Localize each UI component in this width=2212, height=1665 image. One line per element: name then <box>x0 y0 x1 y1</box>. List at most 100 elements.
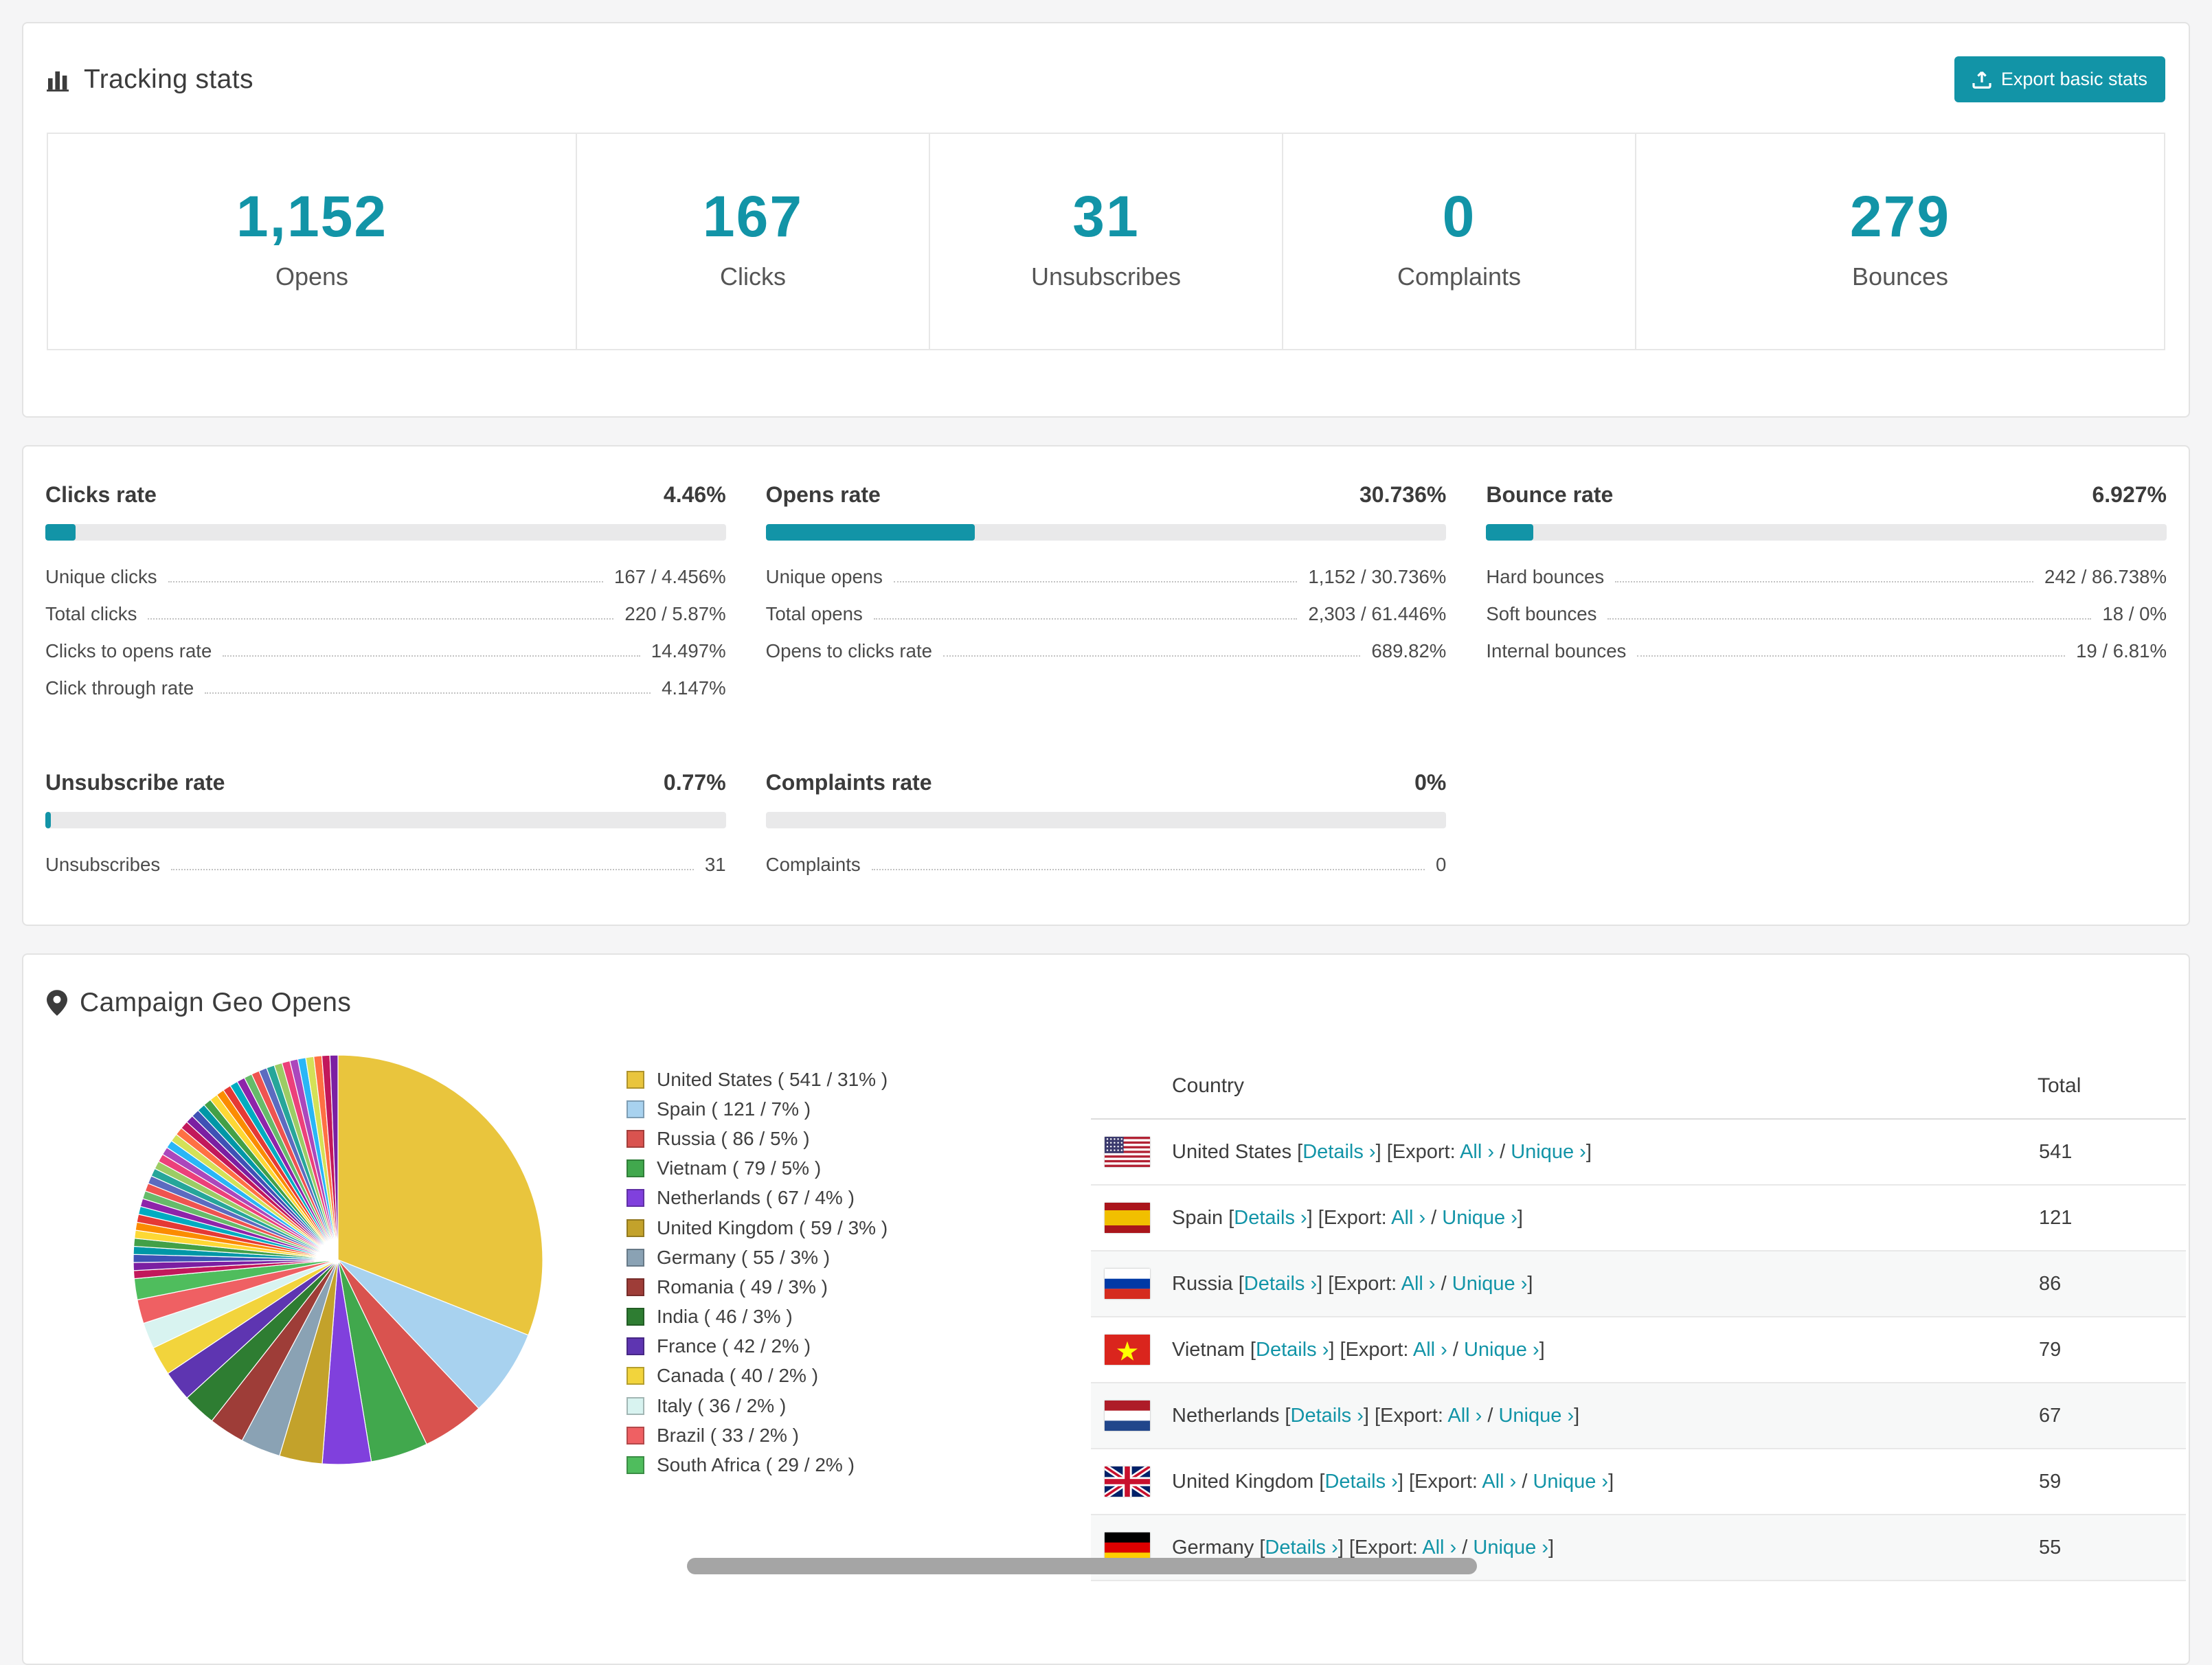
country-total: 86 <box>2038 1251 2186 1317</box>
clicks-rate-progressbar <box>45 524 726 541</box>
stat-row-label: Unique clicks <box>45 566 157 588</box>
stat-row-complaints: Complaints0 <box>766 846 1447 883</box>
stat-label-unsubscribes: Unsubscribes <box>930 262 1282 291</box>
export-all-link[interactable]: All › <box>1447 1405 1482 1427</box>
rate-detail-rows: Complaints0 <box>766 846 1447 883</box>
export-button-label: Export basic stats <box>2001 69 2147 90</box>
export-unique-link[interactable]: Unique › <box>1511 1141 1586 1163</box>
legend-label: France ( 42 / 2% ) <box>657 1335 811 1357</box>
total-column-header: Total <box>2038 1054 2186 1119</box>
stat-row-click-through-rate: Click through rate 4.147% <box>45 670 726 707</box>
dotted-leader <box>171 869 694 870</box>
stat-row-label: Click through rate <box>45 677 194 699</box>
rates-grid: Clicks rate4.46%Unique clicks167 / 4.456… <box>45 482 2167 883</box>
legend-swatch-italy <box>627 1397 644 1415</box>
legend-swatch-united-states <box>627 1071 644 1089</box>
legend-item-netherlands: Netherlands ( 67 / 4% ) <box>627 1183 1077 1213</box>
export-unique-link[interactable]: Unique › <box>1464 1339 1539 1361</box>
legend-swatch-vietnam <box>627 1159 644 1177</box>
legend-label: Netherlands ( 67 / 4% ) <box>657 1187 855 1209</box>
legend-swatch-netherlands <box>627 1189 644 1207</box>
export-unique-link[interactable]: Unique › <box>1452 1273 1528 1295</box>
stat-row-value: 4.147% <box>662 677 726 699</box>
export-all-link[interactable]: All › <box>1391 1207 1425 1229</box>
legend-label: Germany ( 55 / 3% ) <box>657 1247 830 1269</box>
country-name: Netherlands <box>1172 1405 1279 1427</box>
stat-row-value: 19 / 6.81% <box>2076 640 2167 662</box>
country-name: Germany <box>1172 1537 1254 1559</box>
stat-label-clicks: Clicks <box>577 262 929 291</box>
export-unique-link[interactable]: Unique › <box>1442 1207 1517 1229</box>
export-all-link[interactable]: All › <box>1422 1537 1456 1559</box>
stat-row-label: Total opens <box>766 603 863 625</box>
legend-label: Brazil ( 33 / 2% ) <box>657 1425 799 1447</box>
details-link[interactable]: Details › <box>1291 1405 1364 1427</box>
geo-table-row-spain: Spain [Details ›] [Export: All › / Uniqu… <box>1091 1185 2186 1251</box>
export-all-link[interactable]: All › <box>1482 1471 1516 1493</box>
bounce-rate-progressbar <box>1486 524 2167 541</box>
legend-label: United States ( 541 / 31% ) <box>657 1069 888 1091</box>
stat-value-opens: 1,152 <box>48 183 576 250</box>
legend-item-italy: Italy ( 36 / 2% ) <box>627 1391 1077 1420</box>
details-link[interactable]: Details › <box>1265 1537 1338 1559</box>
stat-row-label: Soft bounces <box>1486 603 1596 625</box>
stat-row-value: 689.82% <box>1371 640 1446 662</box>
details-link[interactable]: Details › <box>1302 1141 1375 1163</box>
details-link[interactable]: Details › <box>1244 1273 1317 1295</box>
legend-swatch-united-kingdom <box>627 1219 644 1237</box>
unsubscribe-rate-progressbar <box>45 812 726 828</box>
complaints-rate-progressbar <box>766 812 1447 828</box>
stat-row-label: Unsubscribes <box>45 854 160 876</box>
pie-svg <box>132 1054 544 1466</box>
details-link[interactable]: Details › <box>1234 1207 1307 1229</box>
opens-rate-progress-fill <box>766 524 975 541</box>
legend-item-south-africa: South Africa ( 29 / 2% ) <box>627 1450 1077 1480</box>
legend-label: Romania ( 49 / 3% ) <box>657 1276 828 1298</box>
legend-label: United Kingdom ( 59 / 3% ) <box>657 1217 888 1239</box>
country-name: United States <box>1172 1141 1291 1164</box>
stat-box-opens: 1,152Opens <box>47 133 577 350</box>
tracking-stats-title: Tracking stats <box>84 65 253 95</box>
flag-nl-icon <box>1105 1401 1150 1431</box>
stat-value-clicks: 167 <box>577 183 929 250</box>
tracking-stats-header: Tracking stats Export basic stats <box>23 23 2189 124</box>
country-name: Russia <box>1172 1273 1233 1295</box>
legend-item-france: France ( 42 / 2% ) <box>627 1332 1077 1361</box>
stat-row-total-clicks: Total clicks 220 / 5.87% <box>45 596 726 633</box>
legend-label: Vietnam ( 79 / 5% ) <box>657 1157 821 1179</box>
legend-item-spain: Spain ( 121 / 7% ) <box>627 1094 1077 1124</box>
rate-detail-rows: Unique clicks167 / 4.456%Total clicks220… <box>45 558 726 707</box>
geo-opens-table: Country Total United States [Details ›] … <box>1091 1054 2186 1581</box>
export-all-link[interactable]: All › <box>1460 1141 1494 1163</box>
flag-ru-icon <box>1105 1269 1150 1299</box>
rate-block-clicks-rate: Clicks rate4.46%Unique clicks167 / 4.456… <box>45 482 726 707</box>
horizontal-scrollbar-thumb[interactable] <box>687 1558 1477 1574</box>
export-all-link[interactable]: All › <box>1413 1339 1447 1361</box>
country-total: 59 <box>2038 1449 2186 1515</box>
legend-item-romania: Romania ( 49 / 3% ) <box>627 1272 1077 1302</box>
geo-table-row-netherlands: Netherlands [Details ›] [Export: All › /… <box>1091 1383 2186 1449</box>
details-link[interactable]: Details › <box>1324 1471 1397 1493</box>
export-unique-link[interactable]: Unique › <box>1473 1537 1548 1559</box>
legend-item-united-kingdom: United Kingdom ( 59 / 3% ) <box>627 1213 1077 1243</box>
export-unique-link[interactable]: Unique › <box>1498 1405 1574 1427</box>
legend-swatch-france <box>627 1337 644 1355</box>
stat-row-label: Complaints <box>766 854 861 876</box>
export-unique-link[interactable]: Unique › <box>1533 1471 1608 1493</box>
export-all-link[interactable]: All › <box>1401 1273 1436 1295</box>
stat-row-label: Total clicks <box>45 603 137 625</box>
geo-opens-pie-chart[interactable] <box>132 1054 544 1471</box>
unsubscribe-rate-progress-fill <box>45 812 51 828</box>
rate-block-unsubscribe-rate: Unsubscribe rate0.77%Unsubscribes31 <box>45 770 726 883</box>
stat-value-bounces: 279 <box>1636 183 2164 250</box>
country-total: 67 <box>2038 1383 2186 1449</box>
export-basic-stats-button[interactable]: Export basic stats <box>1954 56 2165 102</box>
stat-row-opens-to-clicks-rate: Opens to clicks rate689.82% <box>766 633 1447 670</box>
legend-label: South Africa ( 29 / 2% ) <box>657 1454 855 1476</box>
details-link[interactable]: Details › <box>1256 1339 1329 1361</box>
stat-row-value: 220 / 5.87% <box>624 603 725 625</box>
legend-label: Italy ( 36 / 2% ) <box>657 1395 786 1417</box>
bar-chart-icon <box>47 67 71 92</box>
legend-swatch-brazil <box>627 1427 644 1445</box>
dotted-leader <box>943 655 1360 657</box>
